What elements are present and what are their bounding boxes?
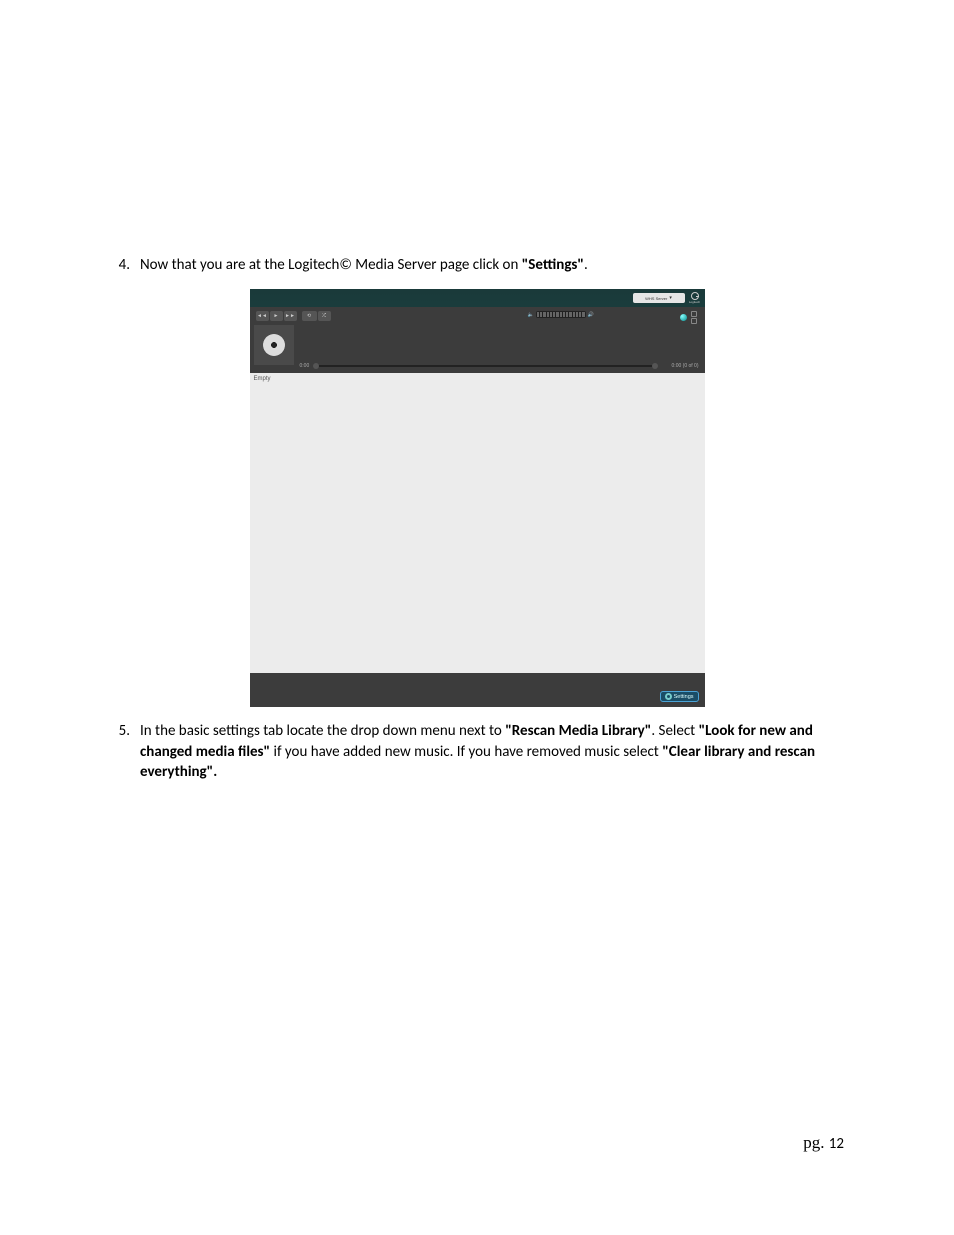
server-dropdown[interactable]: WHS Server xyxy=(633,293,685,303)
logo-icon xyxy=(691,292,699,300)
step-5: 5. In the basic settings tab locate the … xyxy=(110,721,844,782)
power-button[interactable] xyxy=(680,314,687,321)
settings-button[interactable]: Settings xyxy=(660,691,699,702)
empty-label: Empty xyxy=(254,376,701,382)
time-remaining: 0:00 (0 of 0) xyxy=(672,363,699,369)
transport-controls: ◄◄ ► ►► ⟲ ⤮ xyxy=(256,311,331,321)
disc-icon xyxy=(263,334,285,356)
forward-button[interactable]: ►► xyxy=(284,311,297,321)
media-server-screenshot: WHS Server Logitech ◄◄ ► ►► ⟲ ⤮ 🔈 xyxy=(250,289,705,707)
step-4: 4. Now that you are at the Logitech© Med… xyxy=(110,255,844,275)
shuffle-button[interactable]: ⤮ xyxy=(318,311,331,321)
step-number: 4. xyxy=(110,255,140,275)
gear-icon xyxy=(665,693,672,700)
volume-control[interactable]: 🔈 🔊 xyxy=(528,311,594,318)
footer-bar: Settings xyxy=(250,673,705,707)
rewind-button[interactable]: ◄◄ xyxy=(256,311,269,321)
step-text: In the basic settings tab locate the dro… xyxy=(140,721,844,782)
playlist-area: Empty xyxy=(250,373,705,673)
album-art xyxy=(254,325,294,365)
play-button[interactable]: ► xyxy=(270,311,283,321)
volume-up-icon: 🔊 xyxy=(588,312,594,318)
page-footer: pg. 12 xyxy=(803,1133,844,1153)
logitech-logo: Logitech xyxy=(689,292,701,304)
seek-bar[interactable] xyxy=(316,365,655,367)
player-toolbar: ◄◄ ► ►► ⟲ ⤮ 🔈 🔊 xyxy=(250,307,705,373)
volume-down-icon: 🔈 xyxy=(528,312,534,318)
time-elapsed: 0:00 xyxy=(300,363,310,369)
size-up-icon[interactable] xyxy=(691,311,697,317)
size-down-icon[interactable] xyxy=(691,318,697,324)
repeat-button[interactable]: ⟲ xyxy=(302,311,317,321)
step-number: 5. xyxy=(110,721,140,782)
title-bar: WHS Server Logitech xyxy=(250,289,705,307)
step-text: Now that you are at the Logitech© Media … xyxy=(140,255,844,275)
volume-slider[interactable] xyxy=(536,311,586,318)
